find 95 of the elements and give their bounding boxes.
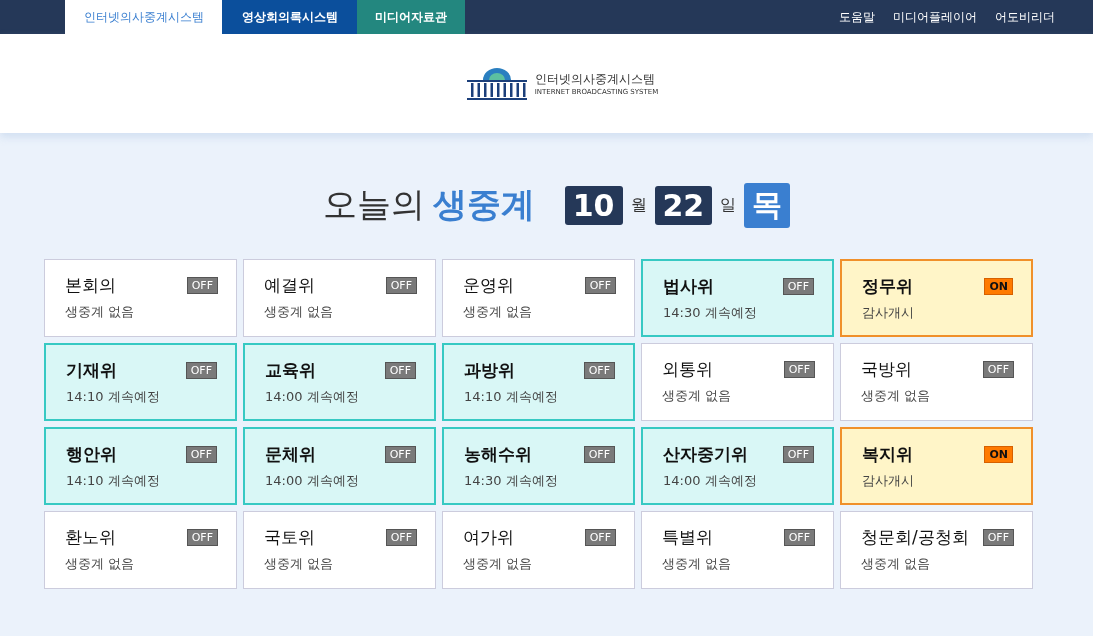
broadcast-status-text: 생중계 없음 xyxy=(65,303,136,321)
broadcast-status-label: ON xyxy=(984,278,1013,295)
committee-card[interactable]: 산자중기위 OFF 14:00 계속예정 xyxy=(641,427,834,505)
committee-name: 정무위 xyxy=(862,275,913,298)
broadcast-status-text: 생중계 없음 xyxy=(264,303,335,321)
committee-name: 산자중기위 xyxy=(663,443,748,466)
committee-name: 문체위 xyxy=(265,443,316,466)
broadcast-status-label: OFF xyxy=(783,529,815,546)
broadcast-status-label: OFF xyxy=(186,529,218,546)
committee-name: 법사위 xyxy=(663,275,714,298)
broadcast-status-text: 감사개시 xyxy=(862,472,915,490)
broadcast-status-text: 생중계 없음 xyxy=(463,303,534,321)
committee-card[interactable]: 국방위 OFF 생중계 없음 xyxy=(840,343,1033,421)
weekday-label: 목 xyxy=(744,182,791,228)
committee-card[interactable]: 과방위 OFF 14:10 계속예정 xyxy=(442,343,635,421)
broadcast-status-text: 생중계 없음 xyxy=(463,555,534,573)
committee-card[interactable]: 여가위 OFF 생중계 없음 xyxy=(442,511,635,589)
month-number: 10 xyxy=(564,185,623,225)
committee-name: 청문회/공청회 xyxy=(861,526,969,549)
committee-name: 과방위 xyxy=(464,359,515,382)
broadcast-status-label: OFF xyxy=(583,362,615,379)
broadcast-status-label: OFF xyxy=(584,529,616,546)
committee-card[interactable]: 환노위 OFF 생중계 없음 xyxy=(44,511,237,589)
broadcast-status-text: 생중계 없음 xyxy=(264,555,335,573)
broadcast-status-text: 14:10 계속예정 xyxy=(464,388,559,406)
committee-name: 복지위 xyxy=(862,443,913,466)
broadcast-status-label: OFF xyxy=(584,277,616,294)
committee-card[interactable]: 본회의 OFF 생중계 없음 xyxy=(44,259,237,337)
system-tab[interactable]: 인터넷의사중계시스템 xyxy=(65,0,222,34)
committee-card[interactable]: 외통위 OFF 생중계 없음 xyxy=(641,343,834,421)
broadcast-status-label: OFF xyxy=(185,446,217,463)
heading-text: 오늘의 xyxy=(322,183,425,226)
committee-card[interactable]: 기재위 OFF 14:10 계속예정 xyxy=(44,343,237,421)
committee-name: 국토위 xyxy=(264,526,315,549)
committee-name: 농해수위 xyxy=(464,443,532,466)
top-link[interactable]: 어도비리더 xyxy=(995,8,1055,26)
broadcast-status-text: 생중계 없음 xyxy=(662,387,733,405)
system-tab[interactable]: 영상회의록시스템 xyxy=(222,0,357,34)
broadcast-status-label: OFF xyxy=(385,277,417,294)
committee-name: 교육위 xyxy=(265,359,316,382)
committee-card[interactable]: 교육위 OFF 14:00 계속예정 xyxy=(243,343,436,421)
committee-name: 운영위 xyxy=(463,274,514,297)
broadcast-status-text: 14:00 계속예정 xyxy=(663,472,758,490)
broadcast-status-text: 14:00 계속예정 xyxy=(265,388,360,406)
logo-title: 인터넷의사중계시스템 xyxy=(534,71,656,88)
committee-name: 여가위 xyxy=(463,526,514,549)
committee-card[interactable]: 농해수위 OFF 14:30 계속예정 xyxy=(442,427,635,505)
broadcast-status-label: OFF xyxy=(385,529,417,546)
system-tab[interactable]: 미디어자료관 xyxy=(357,0,465,34)
top-link[interactable]: 미디어플레이어 xyxy=(893,8,977,26)
committee-name: 기재위 xyxy=(66,359,117,382)
broadcast-status-text: 14:30 계속예정 xyxy=(663,304,758,322)
broadcast-status-label: OFF xyxy=(783,361,815,378)
assembly-building-icon xyxy=(464,65,529,102)
day-unit: 일 xyxy=(720,194,737,216)
broadcast-status-text: 생중계 없음 xyxy=(861,387,932,405)
committee-name: 행안위 xyxy=(66,443,117,466)
broadcast-status-text: 생중계 없음 xyxy=(662,555,733,573)
committee-card[interactable]: 국토위 OFF 생중계 없음 xyxy=(243,511,436,589)
committee-card[interactable]: 특별위 OFF 생중계 없음 xyxy=(641,511,834,589)
broadcast-status-text: 감사개시 xyxy=(862,304,915,322)
committee-card[interactable]: 행안위 OFF 14:10 계속예정 xyxy=(44,427,237,505)
top-link[interactable]: 도움말 xyxy=(839,8,875,26)
committee-name: 외통위 xyxy=(662,358,713,381)
committee-name: 특별위 xyxy=(662,526,713,549)
broadcast-status-text: 생중계 없음 xyxy=(861,555,932,573)
committee-name: 본회의 xyxy=(65,274,116,297)
broadcast-status-label: OFF xyxy=(982,361,1014,378)
broadcast-status-text: 14:00 계속예정 xyxy=(265,472,360,490)
committee-name: 예결위 xyxy=(264,274,315,297)
broadcast-status-label: OFF xyxy=(782,278,814,295)
heading-highlight: 생중계 xyxy=(432,183,535,226)
broadcast-status-text: 14:10 계속예정 xyxy=(66,388,161,406)
month-unit: 월 xyxy=(630,194,647,216)
broadcast-status-text: 14:30 계속예정 xyxy=(464,472,559,490)
broadcast-status-label: OFF xyxy=(782,446,814,463)
committee-card[interactable]: 정무위 ON 감사개시 xyxy=(840,259,1033,337)
committee-card[interactable]: 예결위 OFF 생중계 없음 xyxy=(243,259,436,337)
day-number: 22 xyxy=(654,185,713,225)
committee-card[interactable]: 청문회/공청회 OFF 생중계 없음 xyxy=(840,511,1033,589)
broadcast-status-label: OFF xyxy=(384,362,416,379)
broadcast-status-label: OFF xyxy=(186,277,218,294)
committee-name: 국방위 xyxy=(861,358,912,381)
broadcast-status-label: OFF xyxy=(185,362,217,379)
broadcast-status-label: OFF xyxy=(583,446,615,463)
committee-card[interactable]: 복지위 ON 감사개시 xyxy=(840,427,1033,505)
committee-card[interactable]: 법사위 OFF 14:30 계속예정 xyxy=(641,259,834,337)
broadcast-status-label: OFF xyxy=(384,446,416,463)
broadcast-status-label: ON xyxy=(984,446,1013,463)
committee-name: 환노위 xyxy=(65,526,116,549)
committee-card[interactable]: 문체위 OFF 14:00 계속예정 xyxy=(243,427,436,505)
committee-card[interactable]: 운영위 OFF 생중계 없음 xyxy=(442,259,635,337)
broadcast-status-text: 생중계 없음 xyxy=(65,555,136,573)
broadcast-status-text: 14:10 계속예정 xyxy=(66,472,161,490)
broadcast-status-label: OFF xyxy=(982,529,1014,546)
